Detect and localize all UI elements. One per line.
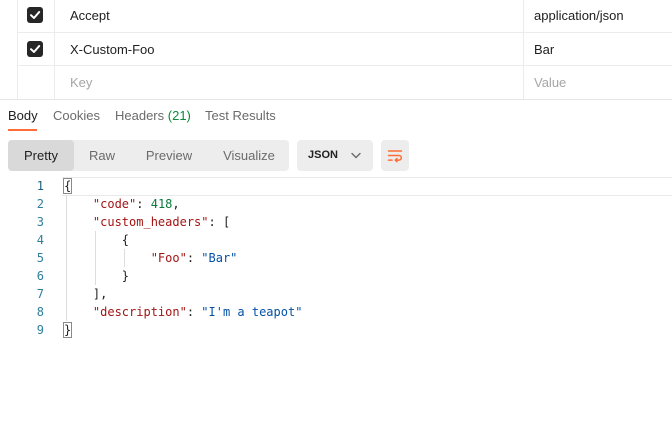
header-key[interactable]: X-Custom-Foo: [70, 33, 155, 66]
checkbox-cell: [17, 33, 55, 65]
format-select[interactable]: JSON: [297, 140, 373, 171]
code-line: ],: [64, 285, 107, 303]
json-punct: : [: [208, 215, 231, 229]
json-punct: }: [121, 269, 130, 283]
tab-headers-label: Headers: [115, 108, 165, 123]
line-number: 3: [36, 215, 44, 229]
checkbox-checked[interactable]: [27, 41, 43, 57]
checkbox-cell: [17, 0, 55, 32]
code-line: {: [62, 177, 73, 195]
view-mode-segmented-control: Pretty Raw Preview Visualize: [8, 140, 289, 171]
view-pretty-button[interactable]: Pretty: [8, 140, 74, 171]
request-headers-table: Accept application/json X-Custom-Foo Bar…: [0, 0, 672, 100]
format-select-label: JSON: [308, 149, 338, 161]
line-number: 7: [36, 287, 44, 301]
view-preview-button[interactable]: Preview: [140, 140, 198, 171]
checkmark-icon: [30, 45, 41, 53]
json-punct: {: [121, 233, 130, 247]
json-number: 418: [150, 197, 173, 211]
header-row: Accept application/json: [17, 0, 672, 32]
json-key: "custom_headers": [92, 215, 209, 229]
open-brace: {: [62, 178, 73, 194]
checkmark-icon: [30, 11, 41, 19]
line-number: 9: [36, 323, 44, 337]
headers-count-badge: (21): [167, 108, 191, 123]
code-line: "description": "I'm a teapot": [64, 303, 303, 321]
header-value[interactable]: application/json: [534, 0, 624, 32]
wrap-lines-button[interactable]: [381, 140, 409, 171]
json-colon: :: [136, 197, 151, 211]
wrap-lines-icon: [387, 150, 403, 163]
checkbox-cell: [17, 66, 55, 99]
tab-test-results[interactable]: Test Results: [205, 108, 276, 123]
current-line-highlight: [62, 177, 672, 196]
value-input[interactable]: Value: [534, 66, 566, 99]
header-row: X-Custom-Foo Bar: [17, 32, 672, 65]
header-row-new: Key Value: [17, 65, 672, 99]
active-tab-indicator: [8, 129, 37, 131]
code-line: }: [64, 267, 129, 285]
close-brace: }: [62, 322, 73, 338]
json-punct: ],: [92, 287, 108, 301]
line-number: 4: [36, 233, 44, 247]
header-value[interactable]: Bar: [534, 33, 554, 66]
chevron-down-icon: [351, 152, 361, 159]
json-comma: ,: [172, 197, 180, 211]
response-body-editor[interactable]: 1 2 3 4 5 6 7 8 9 { "code": 418, "custom…: [0, 176, 672, 346]
json-string: "Bar": [201, 251, 238, 265]
response-tabs: Body Cookies Headers (21) Test Results: [0, 100, 672, 132]
value-cell: Bar: [523, 33, 672, 65]
json-colon: :: [186, 251, 202, 265]
line-number: 6: [36, 269, 44, 283]
line-number: 5: [36, 251, 44, 265]
code-line: "Foo": "Bar": [64, 249, 238, 267]
tab-body[interactable]: Body: [8, 108, 38, 123]
key-input[interactable]: Key: [70, 66, 92, 99]
line-number: 1: [36, 179, 44, 193]
code-line: "code": 418,: [64, 195, 180, 213]
json-string: "I'm a teapot": [201, 305, 303, 319]
tab-headers[interactable]: Headers (21): [115, 108, 191, 123]
view-visualize-button[interactable]: Visualize: [218, 140, 280, 171]
value-cell: Value: [523, 66, 672, 99]
line-number: 8: [36, 305, 44, 319]
view-raw-button[interactable]: Raw: [84, 140, 120, 171]
json-colon: :: [186, 305, 202, 319]
line-number: 2: [36, 197, 44, 211]
json-key: "Foo": [150, 251, 187, 265]
value-cell: application/json: [523, 0, 672, 32]
header-key[interactable]: Accept: [70, 0, 110, 32]
json-key: "description": [92, 305, 187, 319]
json-key: "code": [92, 197, 137, 211]
code-line: }: [62, 321, 73, 339]
code-line: "custom_headers": [: [64, 213, 230, 231]
tab-cookies[interactable]: Cookies: [53, 108, 100, 123]
checkbox-checked[interactable]: [27, 7, 43, 23]
code-line: {: [64, 231, 129, 249]
